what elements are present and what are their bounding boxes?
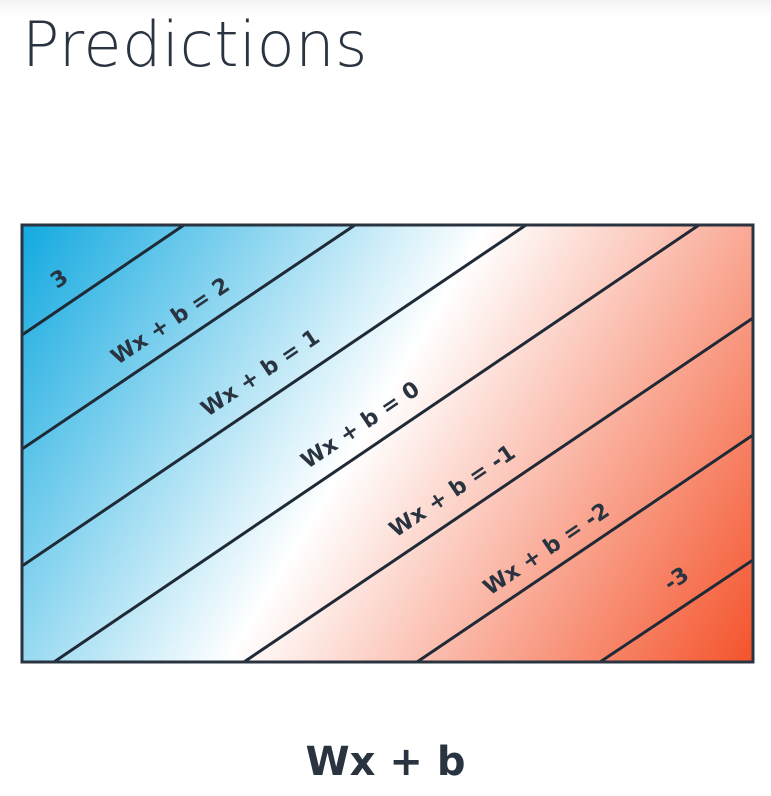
contour-diagram: 3 Wx + b = 2 Wx + b = 1 Wx + b = 0 Wx + … [20, 223, 755, 664]
diagram-caption: Wx + b [305, 739, 466, 785]
gradient-field [22, 225, 753, 662]
slide: Predictions 3 Wx + b = 2 Wx + b = 1 Wx +… [0, 0, 771, 796]
